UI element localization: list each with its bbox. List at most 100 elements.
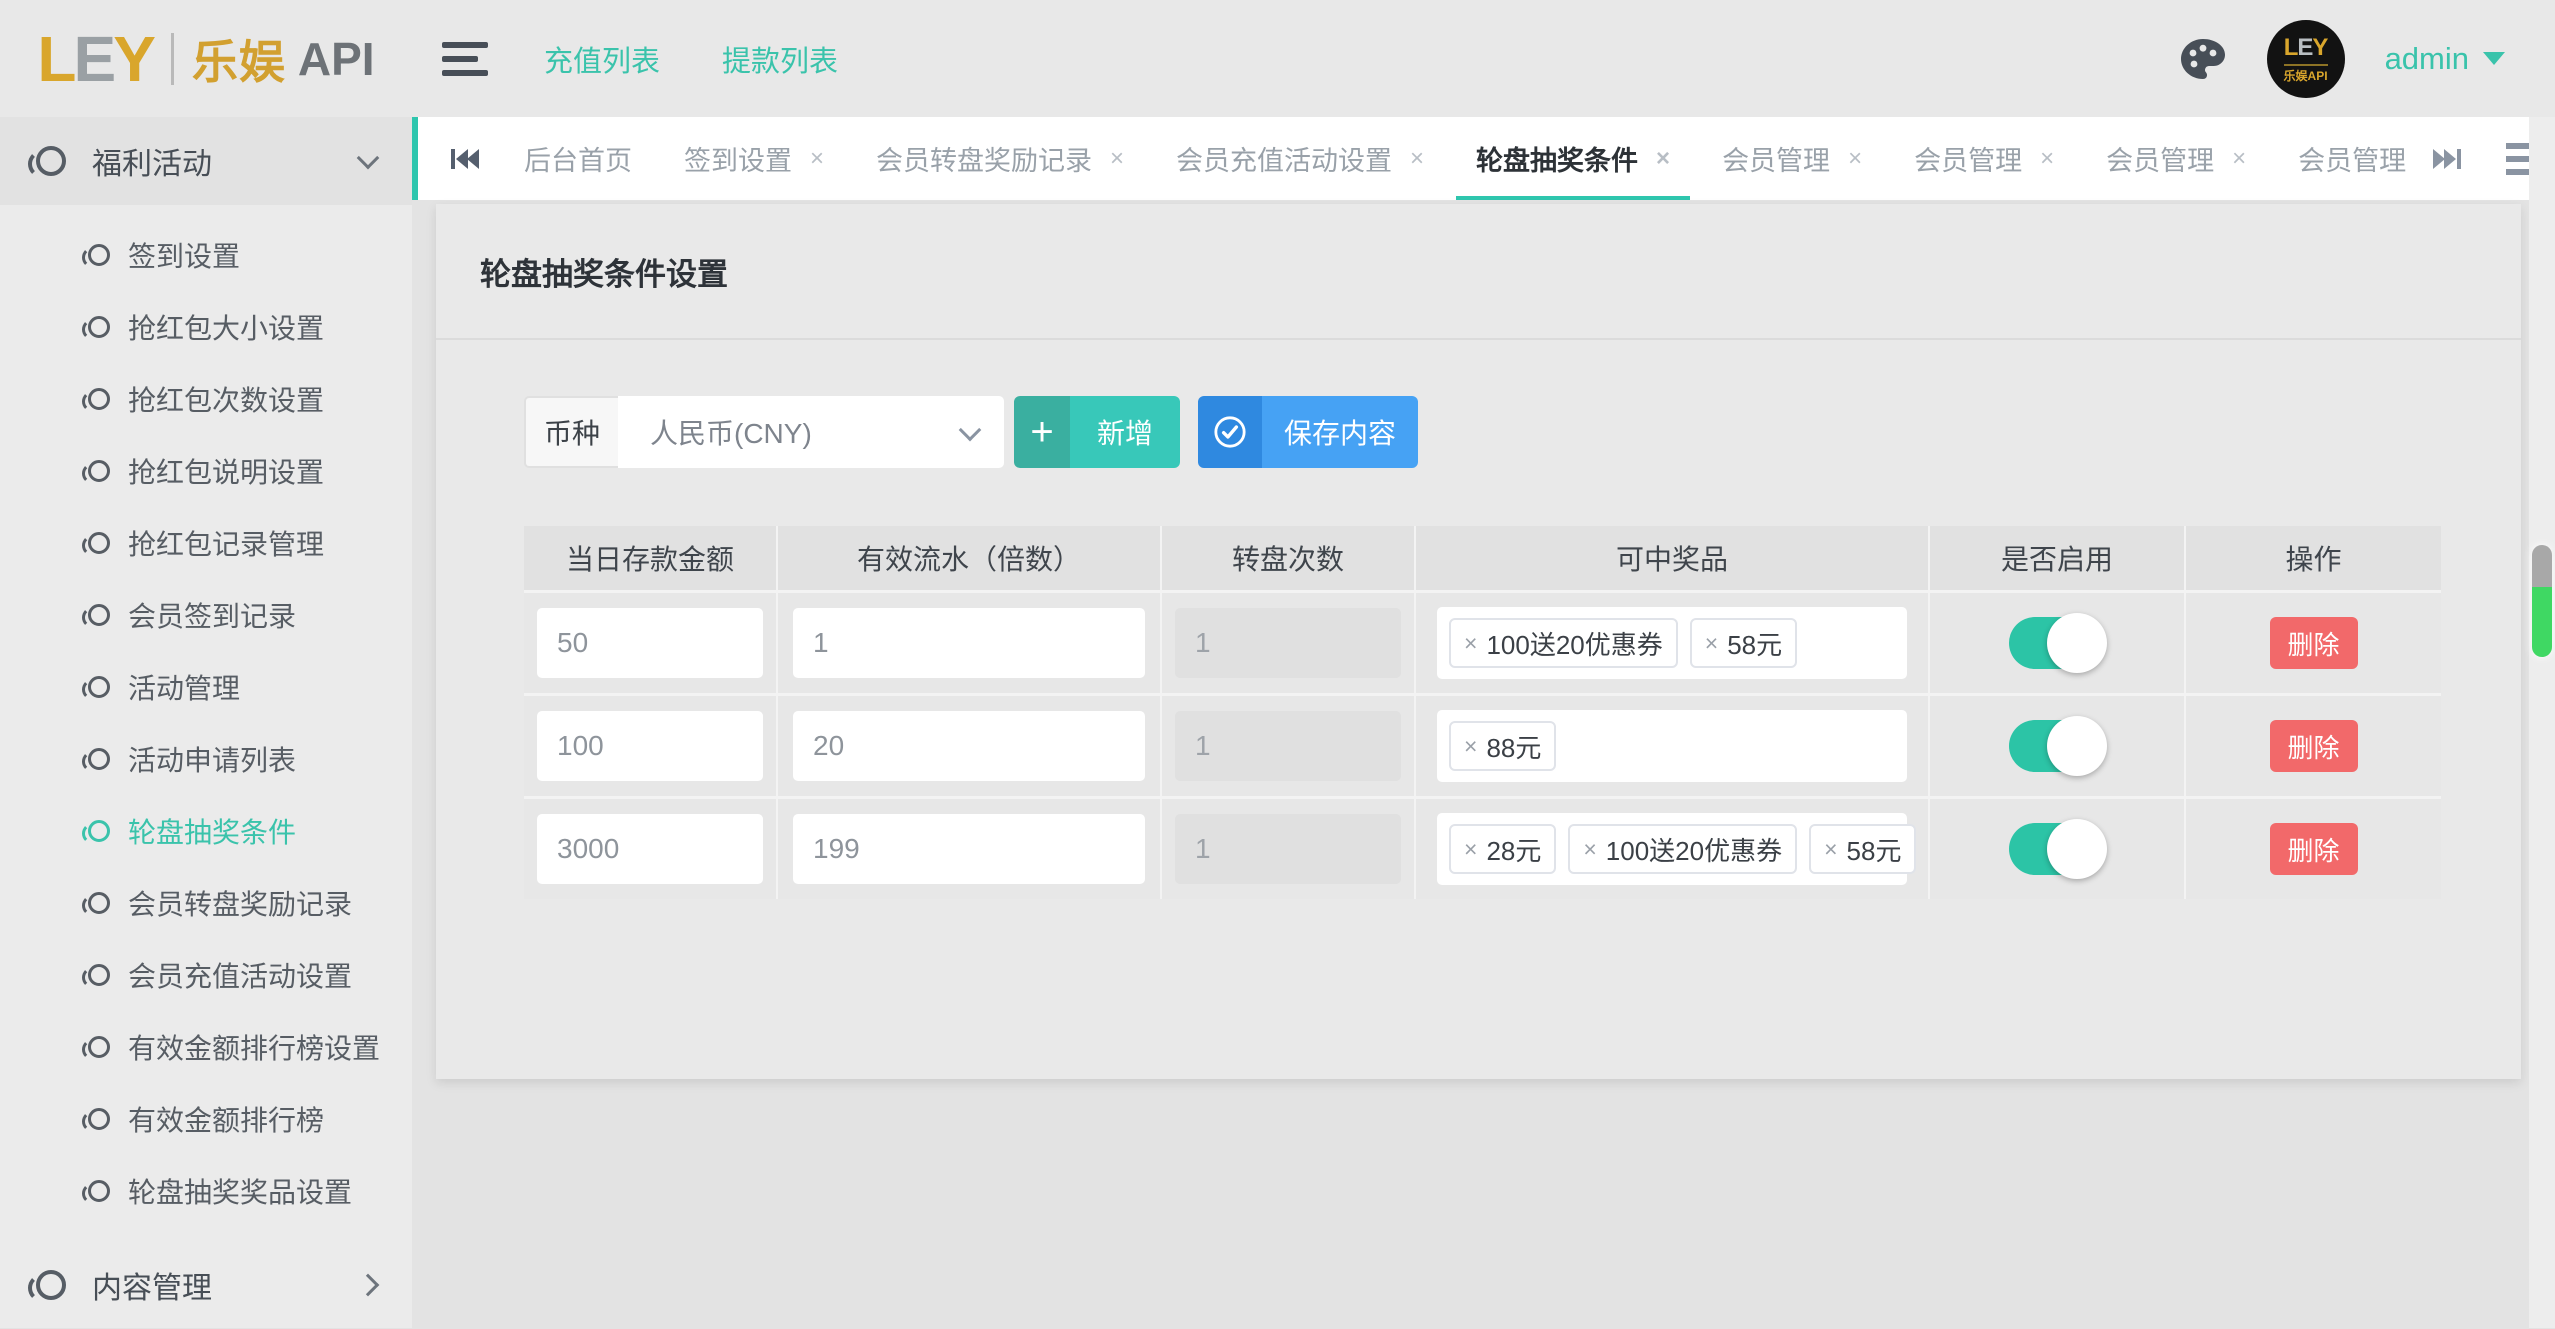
roulette-conditions-card: 轮盘抽奖条件设置 币种 人民币(CNY) + 新增 <box>436 204 2521 1079</box>
col-header-actions: 操作 <box>2186 526 2441 590</box>
tab-checkin-setting[interactable]: 签到设置× <box>658 117 850 200</box>
deposit-input[interactable] <box>537 814 763 884</box>
tab-close-icon[interactable]: × <box>2040 145 2054 173</box>
tab-member-management-2[interactable]: 会员管理× <box>1888 117 2080 200</box>
times-input <box>1175 711 1401 781</box>
scrollbar-thumb[interactable] <box>2532 545 2552 657</box>
sidebar-item-roulette-prize-setting[interactable]: 轮盘抽奖奖品设置 <box>0 1155 412 1227</box>
sidebar-item-roulette-conditions[interactable]: 轮盘抽奖条件 <box>0 795 412 867</box>
tabs-scroll-left-icon[interactable] <box>450 146 480 172</box>
user-avatar[interactable]: LEY 乐娱API <box>2267 20 2345 98</box>
tab-member-management-1[interactable]: 会员管理× <box>1696 117 1888 200</box>
tag-remove-icon[interactable]: × <box>1824 836 1837 863</box>
sidebar-group-welfare[interactable]: 福利活动 <box>0 117 412 205</box>
tab-roulette-conditions[interactable]: 轮盘抽奖条件× <box>1450 117 1696 200</box>
sidebar-item-redpacket-desc[interactable]: 抢红包说明设置 <box>0 435 412 507</box>
menu-item-icon <box>88 1180 110 1202</box>
sidebar-menu: 签到设置 抢红包大小设置 抢红包次数设置 抢红包说明设置 抢红包记录管理 会员签… <box>0 205 412 1227</box>
user-menu[interactable]: admin <box>2385 41 2505 77</box>
sidebar-item-redpacket-times[interactable]: 抢红包次数设置 <box>0 363 412 435</box>
currency-select[interactable]: 人民币(CNY) <box>618 396 1004 468</box>
toggle-knob <box>2047 716 2107 776</box>
tab-close-icon[interactable]: × <box>1110 145 1124 173</box>
tag-remove-icon[interactable]: × <box>1464 733 1477 760</box>
sidebar-group-content-management[interactable]: 内容管理 <box>0 1241 412 1329</box>
menu-item-icon <box>88 676 110 698</box>
tag-remove-icon[interactable]: × <box>1705 630 1718 657</box>
tab-close-icon[interactable]: × <box>810 145 824 173</box>
menu-item-icon <box>88 316 110 338</box>
enable-toggle[interactable] <box>2009 617 2105 669</box>
table-row: ×100送20优惠券 ×58元 删除 <box>524 590 2441 693</box>
sidebar-collapse-icon[interactable] <box>442 42 488 76</box>
scrollbar-track[interactable] <box>2529 117 2555 1328</box>
brand-ley-text: LEY <box>37 22 152 96</box>
sidebar-item-redpacket-size[interactable]: 抢红包大小设置 <box>0 291 412 363</box>
tab-close-icon[interactable]: × <box>1656 145 1670 173</box>
deposit-input[interactable] <box>537 608 763 678</box>
welfare-group-icon <box>36 146 66 176</box>
conditions-table: 当日存款金额 有效流水（倍数） 转盘次数 可中奖品 是否启用 操作 <box>524 526 2441 899</box>
tab-close-icon[interactable]: × <box>1410 145 1424 173</box>
flow-input[interactable] <box>793 814 1145 884</box>
tab-recharge-activity-setting[interactable]: 会员充值活动设置× <box>1150 117 1450 200</box>
tab-member-management-3[interactable]: 会员管理× <box>2080 117 2272 200</box>
tab-close-icon[interactable]: × <box>1848 145 1862 173</box>
deposit-input[interactable] <box>537 711 763 781</box>
col-header-flow: 有效流水（倍数） <box>778 526 1162 590</box>
menu-item-icon <box>88 892 110 914</box>
enable-toggle[interactable] <box>2009 823 2105 875</box>
sidebar-item-valid-amount-ranking-setting[interactable]: 有效金额排行榜设置 <box>0 1011 412 1083</box>
tag-remove-icon[interactable]: × <box>1583 836 1596 863</box>
enable-toggle[interactable] <box>2009 720 2105 772</box>
prize-tag: ×58元 <box>1809 824 1916 874</box>
col-header-enabled: 是否启用 <box>1930 526 2186 590</box>
times-input <box>1175 814 1401 884</box>
plus-icon: + <box>1014 396 1070 468</box>
tabs-scroll-right-icon[interactable] <box>2432 146 2462 172</box>
sidebar-item-wheel-reward-records[interactable]: 会员转盘奖励记录 <box>0 867 412 939</box>
theme-palette-icon[interactable] <box>2179 37 2227 81</box>
username: admin <box>2385 41 2469 77</box>
tab-dashboard[interactable]: 后台首页 <box>498 117 658 200</box>
sidebar-item-member-checkin-records[interactable]: 会员签到记录 <box>0 579 412 651</box>
prizes-tags-box[interactable]: ×88元 <box>1437 710 1907 782</box>
tag-remove-icon[interactable]: × <box>1464 630 1477 657</box>
menu-item-icon <box>88 460 110 482</box>
save-content-button[interactable]: 保存内容 <box>1198 396 1418 468</box>
tab-wheel-reward-records[interactable]: 会员转盘奖励记录× <box>850 117 1150 200</box>
flow-input[interactable] <box>793 711 1145 781</box>
delete-row-button[interactable]: 删除 <box>2270 823 2358 875</box>
col-header-deposit: 当日存款金额 <box>524 526 778 590</box>
tab-close-icon[interactable]: × <box>2232 145 2246 173</box>
chevron-right-icon <box>357 1274 380 1297</box>
menu-item-icon <box>88 604 110 626</box>
sidebar-item-activity-applications[interactable]: 活动申请列表 <box>0 723 412 795</box>
sidebar-group-label: 福利活动 <box>92 139 212 183</box>
topbar: LEY 乐娱 API 充值列表 提款列表 LEY 乐娱API admin <box>0 0 2555 117</box>
toggle-knob <box>2047 819 2107 879</box>
times-input <box>1175 608 1401 678</box>
prizes-tags-box[interactable]: ×100送20优惠券 ×58元 <box>1437 607 1907 679</box>
nav-recharge-list[interactable]: 充值列表 <box>544 38 660 80</box>
sidebar-item-recharge-activity-setting[interactable]: 会员充值活动设置 <box>0 939 412 1011</box>
menu-item-icon <box>88 964 110 986</box>
table-header-row: 当日存款金额 有效流水（倍数） 转盘次数 可中奖品 是否启用 操作 <box>524 526 2441 590</box>
admin-app: LEY 乐娱 API 充值列表 提款列表 LEY 乐娱API admin <box>0 0 2555 1328</box>
flow-input[interactable] <box>793 608 1145 678</box>
delete-row-button[interactable]: 删除 <box>2270 617 2358 669</box>
card-body: 币种 人民币(CNY) + 新增 保存内容 <box>436 340 2521 899</box>
sidebar-item-activity-management[interactable]: 活动管理 <box>0 651 412 723</box>
sidebar-item-checkin-setting[interactable]: 签到设置 <box>0 219 412 291</box>
sidebar-item-redpacket-records[interactable]: 抢红包记录管理 <box>0 507 412 579</box>
tab-member-management-4[interactable]: 会员管理 <box>2272 117 2432 200</box>
brand-cn-text: 乐娱 <box>192 26 286 92</box>
select-chevron-icon <box>959 419 982 442</box>
tag-remove-icon[interactable]: × <box>1464 836 1477 863</box>
add-row-button[interactable]: + 新增 <box>1014 396 1180 468</box>
prizes-tags-box[interactable]: ×28元 ×100送20优惠券 ×58元 <box>1437 813 1907 885</box>
prize-tag: ×100送20优惠券 <box>1568 824 1797 874</box>
nav-withdraw-list[interactable]: 提款列表 <box>722 38 838 80</box>
delete-row-button[interactable]: 删除 <box>2270 720 2358 772</box>
sidebar-item-valid-amount-ranking[interactable]: 有效金额排行榜 <box>0 1083 412 1155</box>
